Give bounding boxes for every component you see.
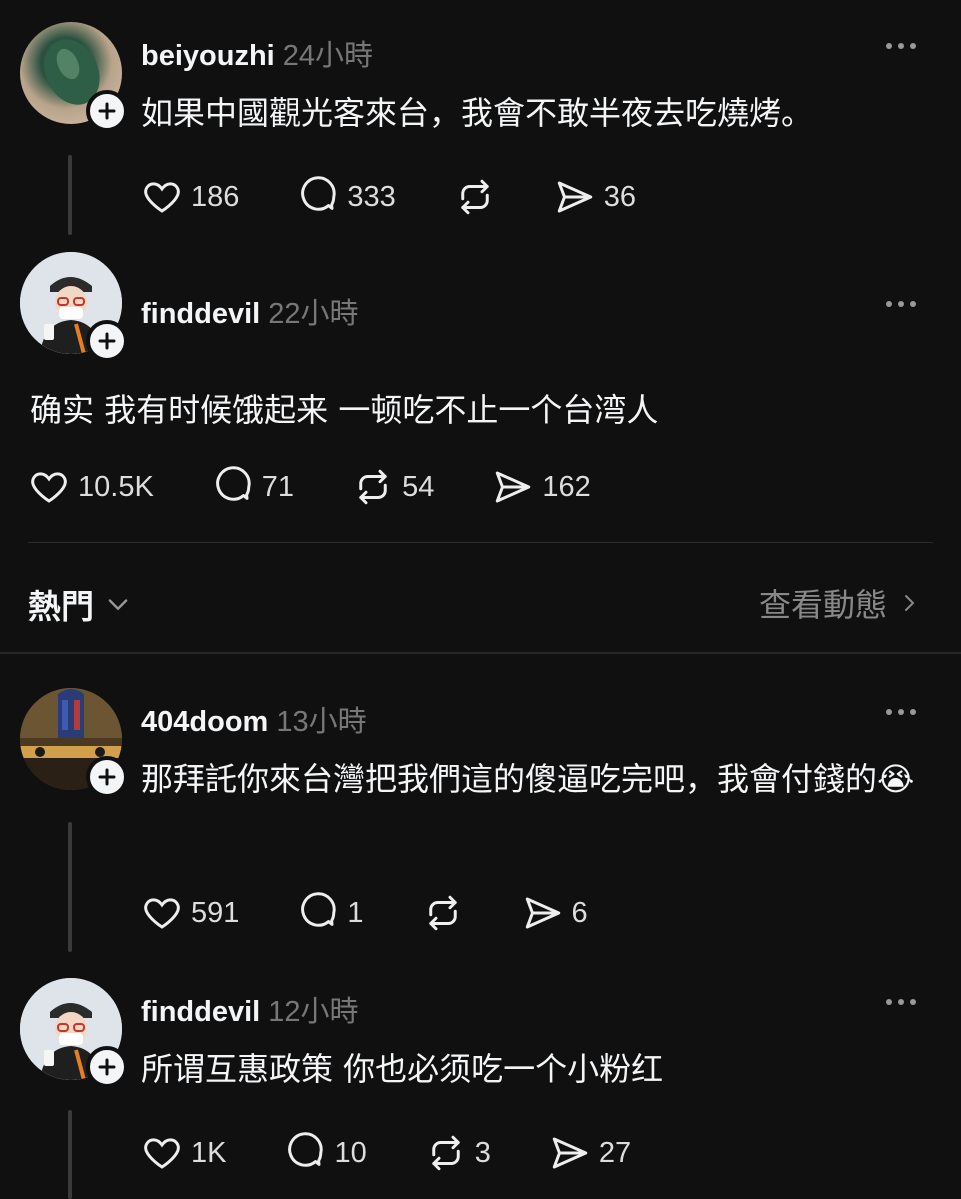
post-actions: 1K 10 3 27 — [141, 1132, 689, 1174]
heart-icon — [31, 472, 67, 503]
heart-icon — [144, 1138, 180, 1169]
post-text: 那拜託你來台灣把我們這的傻逼吃完吧，我會付錢的😭 — [141, 760, 915, 798]
section-divider — [0, 652, 961, 654]
comment-icon — [288, 1132, 324, 1167]
post-actions: 591 1 6 — [141, 892, 646, 934]
comment-icon — [301, 892, 337, 927]
username[interactable]: finddevil 12小時 — [141, 988, 359, 1030]
timestamp: 22小時 — [268, 298, 359, 330]
repost-icon — [432, 1135, 460, 1171]
send-icon — [525, 897, 560, 929]
like-button[interactable]: 186 — [141, 176, 239, 218]
heart-icon — [144, 898, 180, 929]
post-text: 所谓互惠政策 你也必须吃一个小粉红 — [141, 1050, 664, 1088]
like-button[interactable]: 591 — [141, 892, 239, 934]
repost-icon — [428, 895, 457, 931]
follow-plus-icon[interactable] — [86, 320, 128, 362]
like-button[interactable]: 1K — [141, 1132, 226, 1174]
like-button[interactable]: 10.5K — [28, 466, 154, 508]
more-options-icon[interactable] — [886, 992, 926, 1012]
thread-line — [68, 822, 72, 952]
post-actions: 186 333 36 — [141, 176, 694, 218]
post-text: 确实 我有时候饿起来 一顿吃不止一个台湾人 — [30, 391, 659, 429]
send-icon — [552, 1137, 588, 1169]
more-options-icon[interactable] — [886, 294, 926, 314]
timestamp: 12小時 — [268, 996, 359, 1028]
username[interactable]: 404doom 13小時 — [141, 698, 367, 740]
view-activity-link[interactable]: 查看動態 — [759, 580, 921, 626]
share-button[interactable]: 162 — [492, 466, 591, 508]
repost-button[interactable]: 3 — [425, 1132, 491, 1174]
sort-dropdown[interactable]: 熱門 — [28, 580, 132, 628]
post-actions: 10.5K 71 54 162 — [28, 466, 649, 508]
send-icon — [557, 181, 593, 213]
username[interactable]: beiyouzhi 24小時 — [141, 32, 373, 74]
share-button[interactable]: 6 — [522, 892, 588, 934]
follow-plus-icon[interactable] — [86, 90, 128, 132]
chevron-right-icon — [905, 595, 915, 611]
post-text: 如果中國觀光客來台，我會不敢半夜去吃燒烤。 — [141, 94, 814, 132]
follow-plus-icon[interactable] — [86, 756, 128, 798]
more-options-icon[interactable] — [886, 702, 926, 722]
follow-plus-icon[interactable] — [86, 1046, 128, 1088]
thread-line — [68, 155, 72, 235]
repost-button[interactable] — [454, 176, 496, 218]
share-button[interactable]: 36 — [554, 176, 636, 218]
comment-button[interactable]: 333 — [297, 176, 396, 218]
comment-icon — [215, 466, 251, 501]
timestamp: 24小時 — [282, 40, 373, 72]
chevron-down-icon — [108, 599, 128, 611]
comment-button[interactable]: 10 — [284, 1132, 367, 1174]
repost-icon — [359, 469, 387, 505]
share-button[interactable]: 27 — [549, 1132, 631, 1174]
comment-icon — [301, 176, 337, 211]
repost-icon — [461, 179, 489, 215]
more-options-icon[interactable] — [886, 36, 926, 56]
repost-button[interactable] — [422, 892, 464, 934]
heart-icon — [144, 182, 180, 213]
divider — [28, 542, 933, 543]
comment-button[interactable]: 71 — [212, 466, 294, 508]
repost-button[interactable]: 54 — [352, 466, 434, 508]
comment-button[interactable]: 1 — [297, 892, 364, 934]
send-icon — [496, 471, 531, 503]
timestamp: 13小時 — [276, 706, 367, 738]
thread-line — [68, 1110, 72, 1199]
username[interactable]: finddevil 22小時 — [141, 290, 359, 332]
